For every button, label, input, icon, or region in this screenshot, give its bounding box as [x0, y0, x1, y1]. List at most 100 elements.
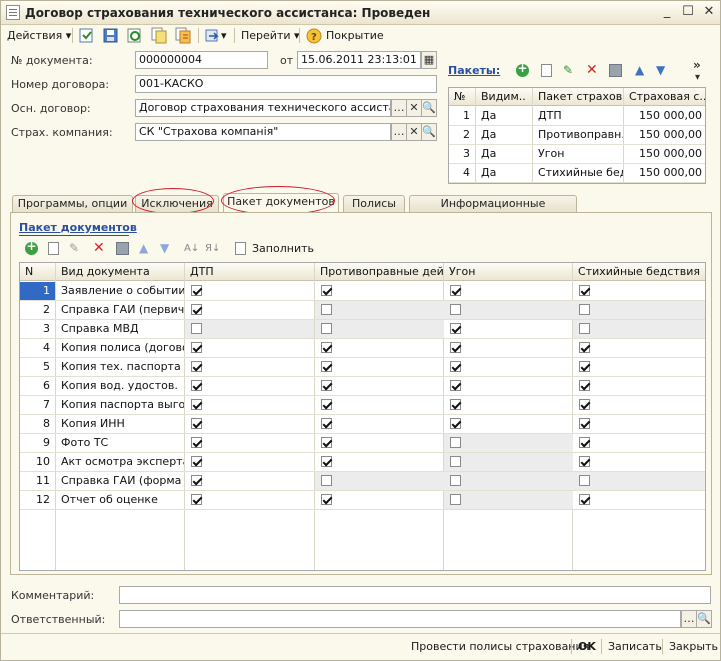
checkbox-dtp[interactable]: [191, 323, 202, 334]
checkbox-disaster[interactable]: [579, 361, 590, 372]
select-button[interactable]: …: [391, 123, 407, 141]
doc-type-cell[interactable]: Копия тех. паспорта: [56, 358, 184, 376]
copy-icon[interactable]: [541, 64, 552, 77]
doc-type-cell[interactable]: Копия вод. удостов.: [56, 377, 184, 395]
doc-type-cell[interactable]: Акт осмотра эксперта: [56, 453, 184, 471]
checkbox-disaster[interactable]: [579, 342, 590, 353]
contract-number-field[interactable]: 001-КАСКО: [135, 75, 437, 93]
doc-type-cell[interactable]: Справка МВД: [56, 320, 184, 338]
checkbox-theft[interactable]: [450, 475, 461, 486]
checkbox-disaster[interactable]: [579, 418, 590, 429]
doc-type-cell[interactable]: Копия ИНН: [56, 415, 184, 433]
delete-icon[interactable]: ✕: [93, 241, 105, 255]
checkbox-theft[interactable]: [450, 342, 461, 353]
maximize-button[interactable]: ☐: [679, 4, 697, 21]
doc-type-cell[interactable]: Заявление о событии: [56, 282, 184, 300]
doc-type-cell[interactable]: Копия полиса (догово...: [56, 339, 184, 357]
search-icon[interactable]: 🔍: [421, 99, 437, 117]
checkbox-disaster[interactable]: [579, 323, 590, 334]
checkbox-theft[interactable]: [450, 380, 461, 391]
search-icon[interactable]: 🔍: [421, 123, 437, 141]
calendar-icon[interactable]: ▦: [421, 51, 437, 69]
post-policies-button[interactable]: Провести полисы страхования: [411, 640, 589, 653]
doc-type-cell[interactable]: Отчет об оценке: [56, 491, 184, 509]
copy-icon[interactable]: [48, 242, 59, 255]
checkbox-dtp[interactable]: [191, 399, 202, 410]
checkbox-unlawful[interactable]: [321, 456, 332, 467]
help-icon[interactable]: ?: [305, 27, 323, 44]
base-contract-field[interactable]: Договор страхования технического ассиста…: [135, 99, 391, 117]
checkbox-disaster[interactable]: [579, 285, 590, 296]
fill-button[interactable]: Заполнить: [252, 242, 314, 255]
col-header[interactable]: Страховая с...: [624, 88, 705, 106]
checkbox-dtp[interactable]: [191, 342, 202, 353]
checkbox-unlawful[interactable]: [321, 418, 332, 429]
select-button[interactable]: …: [391, 99, 407, 117]
checkbox-theft[interactable]: [450, 418, 461, 429]
search-icon[interactable]: 🔍: [696, 610, 712, 628]
chevron-down-icon[interactable]: ▾: [695, 71, 700, 84]
sort-asc-icon[interactable]: A↓: [184, 242, 199, 255]
refresh-icon[interactable]: [126, 27, 144, 44]
save-icon[interactable]: [102, 27, 120, 44]
doc-type-cell[interactable]: Фото ТС: [56, 434, 184, 452]
edit-icon[interactable]: ✎: [563, 64, 573, 77]
checkbox-theft[interactable]: [450, 304, 461, 315]
checkbox-theft[interactable]: [450, 323, 461, 334]
checkbox-dtp[interactable]: [191, 285, 202, 296]
minimize-button[interactable]: _: [658, 4, 676, 21]
col-header[interactable]: №: [449, 88, 475, 106]
responsible-field[interactable]: [119, 610, 681, 628]
move-down-icon[interactable]: ▼: [656, 64, 665, 77]
table-row[interactable]: 7 Копия паспорта выго...: [20, 396, 705, 415]
checkbox-unlawful[interactable]: [321, 437, 332, 448]
checkbox-dtp[interactable]: [191, 361, 202, 372]
structure-icon[interactable]: [204, 27, 222, 44]
checkbox-theft[interactable]: [450, 437, 461, 448]
close-window-button[interactable]: ✕: [700, 4, 718, 21]
checkbox-theft[interactable]: [450, 494, 461, 505]
checkbox-theft[interactable]: [450, 361, 461, 372]
table-row[interactable]: 3 Справка МВД: [20, 320, 705, 339]
col-header[interactable]: N: [20, 263, 55, 281]
checkbox-dtp[interactable]: [191, 437, 202, 448]
col-header[interactable]: Угон: [444, 263, 572, 281]
sort-desc-icon[interactable]: Я↓: [205, 242, 220, 255]
table-row[interactable]: 2 Справка ГАИ (первич.): [20, 301, 705, 320]
checkbox-unlawful[interactable]: [321, 323, 332, 334]
packets-label[interactable]: Пакеты:: [448, 64, 500, 77]
tab-policies[interactable]: Полисы: [343, 195, 405, 213]
packet-row[interactable]: 4 Да Стихийные бед... 150 000,00: [449, 164, 705, 183]
copy-icon[interactable]: [150, 27, 168, 44]
table-row[interactable]: 8 Копия ИНН: [20, 415, 705, 434]
comment-field[interactable]: [119, 586, 711, 604]
checkbox-theft[interactable]: [450, 456, 461, 467]
clear-icon[interactable]: ✕: [406, 123, 422, 141]
packet-row[interactable]: 1 Да ДТП 150 000,00: [449, 107, 705, 126]
add-icon[interactable]: [25, 239, 38, 255]
doc-type-cell[interactable]: Справка ГАИ (форма 2): [56, 472, 184, 490]
doc-type-cell[interactable]: Копия паспорта выго...: [56, 396, 184, 414]
table-row[interactable]: 1 Заявление о событии: [20, 282, 705, 301]
clear-icon[interactable]: ✕: [406, 99, 422, 117]
tab-info-materials[interactable]: Информационные материалы: [409, 195, 577, 226]
table-row[interactable]: 6 Копия вод. удостов.: [20, 377, 705, 396]
table-row[interactable]: 11 Справка ГАИ (форма 2): [20, 472, 705, 491]
checkbox-dtp[interactable]: [191, 380, 202, 391]
checkbox-unlawful[interactable]: [321, 285, 332, 296]
move-up-icon[interactable]: ▲: [139, 242, 148, 255]
table-row[interactable]: 12 Отчет об оценке: [20, 491, 705, 510]
save-icon[interactable]: [116, 242, 129, 255]
checkbox-dtp[interactable]: [191, 456, 202, 467]
checkbox-unlawful[interactable]: [321, 361, 332, 372]
col-header[interactable]: Стихийные бедствия: [573, 263, 705, 281]
checkbox-dtp[interactable]: [191, 475, 202, 486]
table-row[interactable]: 5 Копия тех. паспорта: [20, 358, 705, 377]
insurer-field[interactable]: СК "Страхова компанія": [135, 123, 391, 141]
move-up-icon[interactable]: ▲: [635, 64, 644, 77]
checkbox-dtp[interactable]: [191, 304, 202, 315]
save-button[interactable]: Записать: [608, 640, 662, 653]
checkbox-unlawful[interactable]: [321, 342, 332, 353]
checkbox-disaster[interactable]: [579, 304, 590, 315]
add-icon[interactable]: [516, 61, 529, 77]
